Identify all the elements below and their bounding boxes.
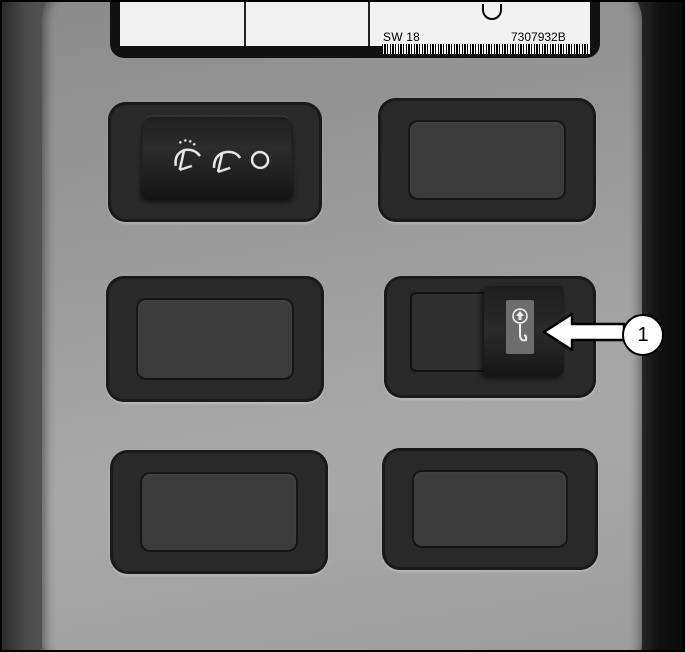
callout-arrow-icon: [542, 312, 626, 352]
washer-wiper-icon: [169, 139, 204, 176]
label-divider: [368, 2, 370, 46]
photo-frame: SW 18 7307932B 1: [0, 0, 685, 652]
switch-slot-top-right: [378, 98, 596, 222]
label-divider: [244, 2, 246, 46]
callout-number: 1: [622, 314, 664, 356]
barcode: [382, 44, 590, 54]
blank-cover: [408, 120, 566, 200]
blank-cover: [140, 472, 298, 552]
off-circle-icon: [248, 148, 273, 172]
toggle-symbol-plate: [506, 300, 534, 354]
switch-slot-bottom-right: [382, 448, 598, 570]
part-number-text: 7307932B: [511, 30, 566, 44]
switch-slot-middle-left: [106, 276, 324, 402]
switch-id-text: SW 18: [383, 30, 421, 44]
switch-slot-bottom-left: [110, 450, 328, 574]
blank-cover: [412, 470, 568, 548]
hook-toggle-switch[interactable]: [410, 286, 564, 376]
blank-cover: [136, 298, 294, 380]
up-arrow-hook-icon: [512, 308, 528, 342]
switch-slot-top-left: [108, 102, 322, 222]
wiper-rocker-switch[interactable]: [140, 115, 294, 199]
wiper-icon: [210, 144, 242, 176]
